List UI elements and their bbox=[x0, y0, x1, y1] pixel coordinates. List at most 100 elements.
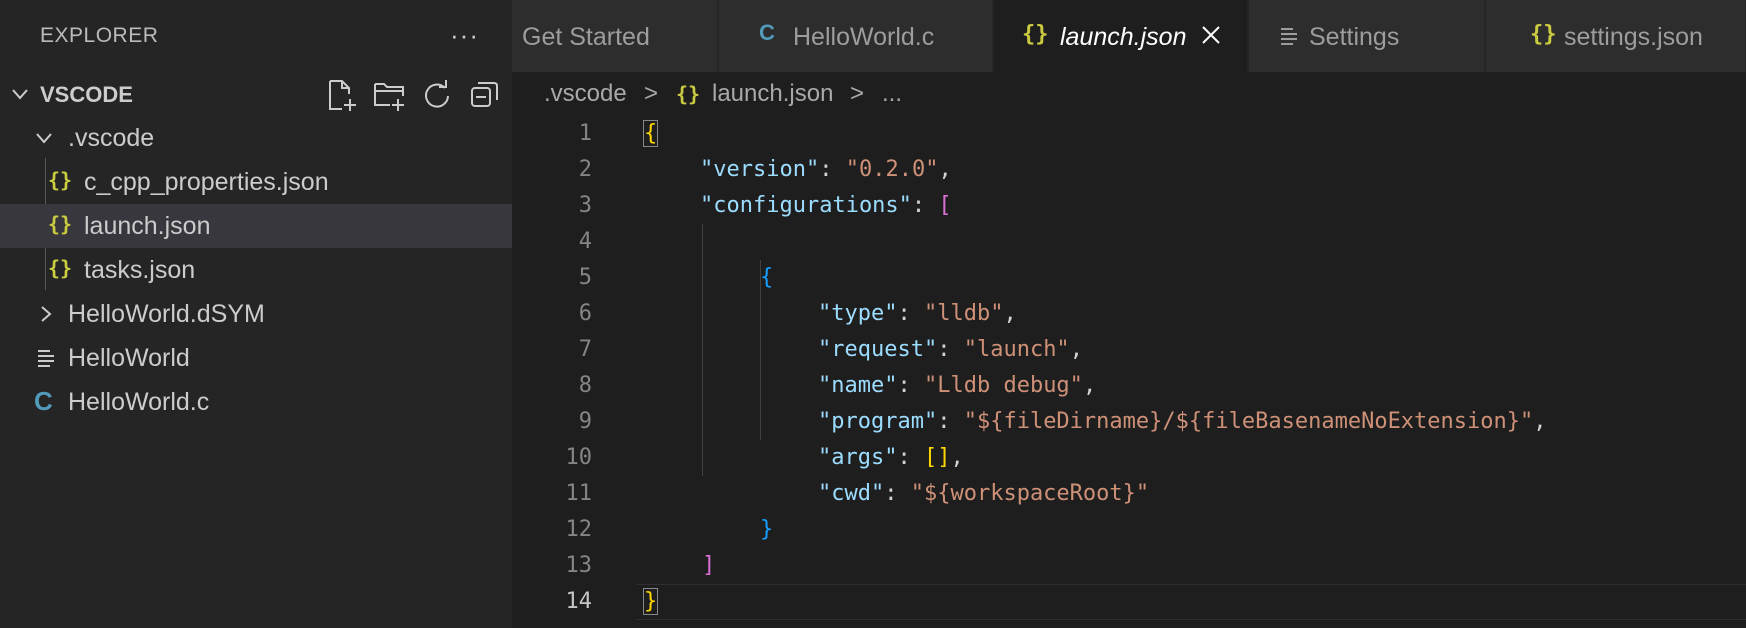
line-number: 13 bbox=[565, 553, 593, 578]
collapse-all-icon[interactable] bbox=[468, 78, 502, 112]
more-actions-icon[interactable]: ··· bbox=[450, 20, 479, 51]
tree-item-helloworld-c[interactable]: C HelloWorld.c bbox=[0, 380, 512, 424]
breadcrumb-separator: > bbox=[644, 80, 659, 107]
json-key: "type" bbox=[818, 301, 898, 326]
brace-close: } bbox=[760, 517, 774, 542]
comma: , bbox=[1533, 409, 1547, 434]
line-number: 12 bbox=[565, 517, 593, 542]
breadcrumb-folder[interactable]: .vscode bbox=[544, 80, 627, 108]
colon: : bbox=[897, 373, 924, 398]
comma: , bbox=[950, 445, 964, 470]
close-icon[interactable] bbox=[1198, 22, 1224, 48]
c-file-icon: C bbox=[759, 20, 775, 45]
tree-item-c-cpp-properties[interactable]: {} c_cpp_properties.json bbox=[0, 160, 512, 204]
tab-launch-json[interactable]: {} launch.json bbox=[994, 0, 1248, 72]
comma: , bbox=[1069, 337, 1083, 362]
breadcrumb-symbol[interactable]: ... bbox=[882, 80, 902, 108]
tab-get-started[interactable]: Get Started bbox=[512, 0, 718, 72]
comma: , bbox=[938, 157, 952, 182]
colon: : bbox=[884, 481, 911, 506]
colon: : bbox=[897, 445, 924, 470]
json-key: "configurations" bbox=[700, 193, 912, 218]
tree-item-helloworld-binary[interactable]: HelloWorld bbox=[0, 336, 512, 380]
json-string: "${workspaceRoot}" bbox=[910, 481, 1150, 506]
explorer-title: EXPLORER bbox=[40, 24, 159, 47]
tree-item-label: HelloWorld.c bbox=[68, 388, 210, 416]
tree-item-launch-json[interactable]: {} launch.json bbox=[0, 204, 512, 248]
code-line: "type": "lldb", bbox=[818, 296, 1017, 332]
json-string: "0.2.0" bbox=[845, 157, 939, 182]
tab-helloworld-c[interactable]: C HelloWorld.c bbox=[719, 0, 993, 72]
json-string: "${fileDirname}/${fileBasenameNoExtensio… bbox=[963, 409, 1534, 434]
bracket-open: [ bbox=[938, 193, 952, 218]
colon: : bbox=[911, 193, 939, 218]
json-file-icon: {} bbox=[48, 256, 73, 280]
tree-item-vscode-folder[interactable]: .vscode bbox=[0, 116, 512, 160]
tree-item-label: launch.json bbox=[84, 212, 211, 240]
brace-open: { bbox=[642, 120, 659, 147]
new-file-icon[interactable] bbox=[324, 78, 358, 112]
tree-item-label: c_cpp_properties.json bbox=[84, 168, 329, 196]
code-line: "version": "0.2.0", bbox=[700, 152, 952, 188]
tree-item-label: HelloWorld bbox=[68, 344, 190, 372]
brace-open: { bbox=[760, 265, 774, 290]
json-string: "launch" bbox=[963, 337, 1070, 362]
code-line: "cwd": "${workspaceRoot}" bbox=[818, 476, 1149, 512]
new-folder-icon[interactable] bbox=[372, 78, 406, 112]
code-line: "name": "Lldb debug", bbox=[818, 368, 1096, 404]
code-line: { bbox=[642, 116, 659, 152]
tab-label: Settings bbox=[1309, 23, 1400, 51]
line-number: 8 bbox=[578, 373, 592, 398]
explorer-sidebar: EXPLORER ··· VSCODE .vscode {} c_cpp_pro… bbox=[0, 0, 512, 628]
editor-tab-bar: Get Started C HelloWorld.c {} launch.jso… bbox=[512, 0, 1746, 72]
line-number: 11 bbox=[565, 481, 593, 506]
json-key: "program" bbox=[818, 409, 938, 434]
comma: , bbox=[1003, 301, 1017, 326]
json-string: "Lldb debug" bbox=[923, 373, 1083, 398]
code-line: ] bbox=[702, 548, 715, 584]
json-file-icon: {} bbox=[1530, 22, 1557, 47]
brace-close: } bbox=[642, 588, 659, 615]
line-number: 2 bbox=[578, 157, 592, 182]
refresh-icon[interactable] bbox=[420, 78, 454, 112]
code-line: "program": "${fileDirname}/${fileBasenam… bbox=[818, 404, 1547, 440]
json-key: "request" bbox=[818, 337, 938, 362]
breadcrumb-file[interactable]: launch.json bbox=[712, 80, 833, 108]
tab-label: Get Started bbox=[522, 23, 650, 51]
chevron-down-icon[interactable] bbox=[10, 84, 30, 104]
tab-label: settings.json bbox=[1564, 23, 1703, 51]
code-line: "args": [], bbox=[818, 440, 964, 476]
tree-item-helloworld-dsym[interactable]: HelloWorld.dSYM bbox=[0, 292, 512, 336]
tab-label: HelloWorld.c bbox=[793, 23, 935, 51]
explorer-header: EXPLORER ··· bbox=[0, 0, 512, 76]
line-number: 10 bbox=[565, 445, 593, 470]
chevron-down-icon bbox=[36, 133, 52, 144]
bracket-close: ] bbox=[702, 553, 716, 578]
code-line: } bbox=[642, 584, 659, 620]
tree-item-label: HelloWorld.dSYM bbox=[68, 300, 265, 328]
tab-settings-json[interactable]: {} settings.json bbox=[1486, 0, 1746, 72]
json-file-icon: {} bbox=[676, 82, 701, 106]
code-editor[interactable]: 1 2 3 4 5 6 7 8 9 10 11 12 13 14 { "vers… bbox=[512, 116, 1746, 628]
json-string: "lldb" bbox=[923, 301, 1004, 326]
json-key: "version" bbox=[700, 157, 820, 182]
settings-lines-icon bbox=[1281, 28, 1297, 45]
tab-settings[interactable]: Settings bbox=[1249, 0, 1485, 72]
empty-array: [] bbox=[923, 445, 951, 470]
colon: : bbox=[937, 337, 964, 362]
line-number-current: 14 bbox=[565, 589, 593, 614]
colon: : bbox=[937, 409, 964, 434]
json-key: "name" bbox=[818, 373, 898, 398]
line-number: 4 bbox=[578, 229, 592, 254]
code-line: } bbox=[760, 512, 773, 548]
json-file-icon: {} bbox=[48, 212, 73, 236]
c-file-icon: C bbox=[34, 386, 53, 416]
tree-item-tasks-json[interactable]: {} tasks.json bbox=[0, 248, 512, 292]
workspace-folder-header[interactable]: VSCODE bbox=[0, 72, 512, 116]
line-number: 9 bbox=[578, 409, 592, 434]
json-key: "args" bbox=[818, 445, 898, 470]
breadcrumb: .vscode > {} launch.json > ... bbox=[512, 72, 1746, 116]
chevron-right-icon bbox=[41, 306, 52, 322]
code-line: "configurations": [ bbox=[700, 188, 952, 224]
breadcrumb-separator: > bbox=[850, 80, 865, 107]
